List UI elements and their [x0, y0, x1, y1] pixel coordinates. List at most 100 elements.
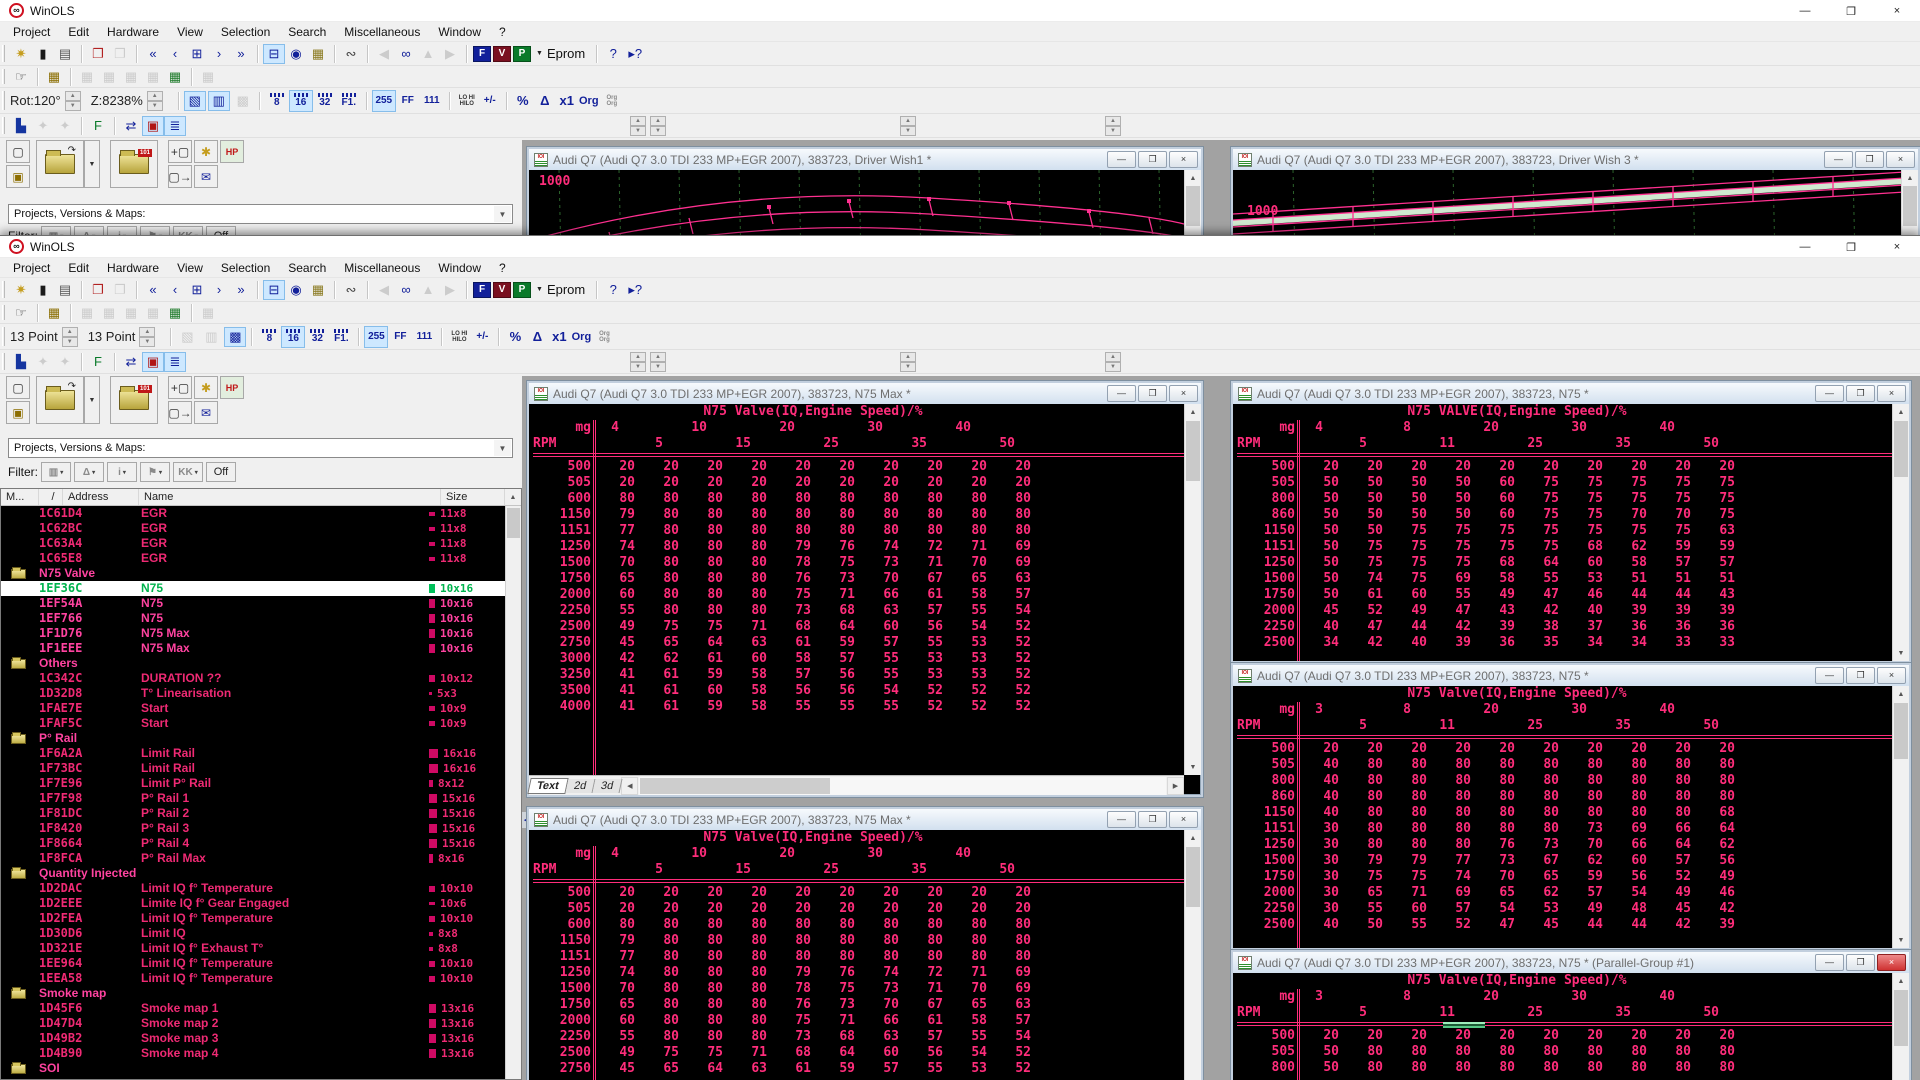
map-header-cell[interactable]: 30: [839, 420, 883, 436]
map-cell[interactable]: 20: [635, 901, 679, 917]
map-cell[interactable]: 65: [1339, 885, 1383, 901]
sign-toggle-button[interactable]: +/-: [479, 90, 501, 112]
map-cell[interactable]: 20: [1295, 1028, 1339, 1044]
map-list-row[interactable]: 1C61D4EGR11x8: [1, 506, 505, 521]
map-cell[interactable]: 30: [1295, 869, 1339, 885]
save-project-button[interactable]: ▣: [6, 165, 30, 188]
map-header-cell[interactable]: 20: [751, 420, 795, 436]
map-cell[interactable]: 20: [1647, 741, 1691, 757]
interpolation-spinner-x[interactable]: 13 Point▲▼: [10, 327, 78, 347]
nav-last-icon[interactable]: »: [230, 44, 252, 64]
map-list-row[interactable]: 1F7F98P° Rail 115x16: [1, 791, 505, 806]
map-cell[interactable]: 64: [1691, 821, 1735, 837]
map-cell[interactable]: 42: [1427, 619, 1471, 635]
map-cell[interactable]: 77: [591, 523, 635, 539]
map-cell[interactable]: 80: [811, 491, 855, 507]
map-cell[interactable]: 52: [987, 699, 1031, 715]
map-cell[interactable]: 55: [855, 667, 899, 683]
map-header-cell[interactable]: 20: [751, 846, 795, 862]
map-cell[interactable]: 80: [679, 539, 723, 555]
chevron-down-icon[interactable]: ▼: [536, 286, 543, 293]
map-header-cell[interactable]: [619, 420, 663, 436]
map-header-cell[interactable]: [1455, 718, 1499, 734]
map-cell[interactable]: 50: [1295, 539, 1339, 555]
map-cell[interactable]: 41: [591, 667, 635, 683]
map-list-row[interactable]: 1EF54AN7510x16: [1, 596, 505, 611]
map-cell[interactable]: 59: [1647, 539, 1691, 555]
map-cell[interactable]: 80: [679, 949, 723, 965]
map-cell[interactable]: 80: [1383, 789, 1427, 805]
map-cell[interactable]: 20: [987, 885, 1031, 901]
map-list-row[interactable]: 1D49B2Smoke map 313x16: [1, 1031, 505, 1046]
map-cell[interactable]: 45: [1515, 917, 1559, 933]
map-cell[interactable]: 58: [943, 587, 987, 603]
copy-project-icon[interactable]: ❐: [87, 280, 109, 300]
map-cell[interactable]: 20: [723, 901, 767, 917]
map-cell[interactable]: 54: [855, 683, 899, 699]
window-frame-icon[interactable]: ▣: [142, 352, 164, 372]
map-cell[interactable]: 80: [679, 491, 723, 507]
map-cell[interactable]: 20: [1383, 1028, 1427, 1044]
map-cell[interactable]: 80: [987, 949, 1031, 965]
map-cell[interactable]: 76: [811, 539, 855, 555]
map-header-cell[interactable]: 50: [1675, 1005, 1719, 1021]
map-cell[interactable]: 50: [1295, 507, 1339, 523]
hand-select-icon[interactable]: ☞: [10, 67, 32, 87]
format-decimal-button[interactable]: 255: [372, 90, 396, 112]
map-cell[interactable]: 60: [1471, 491, 1515, 507]
map-cell[interactable]: 40: [1295, 619, 1339, 635]
bits-16-button[interactable]: 16: [281, 326, 305, 348]
map-cell[interactable]: 63: [723, 635, 767, 651]
map-folder-row[interactable]: Smoke map: [1, 986, 505, 1001]
map-cell[interactable]: 55: [855, 699, 899, 715]
map-cell[interactable]: 49: [1383, 603, 1427, 619]
map-cell[interactable]: 80: [1471, 805, 1515, 821]
map-list-row[interactable]: 1F8FCAP° Rail Max8x16: [1, 851, 505, 866]
map-cell[interactable]: 60: [855, 1045, 899, 1061]
map-cell[interactable]: 80: [1471, 1060, 1515, 1076]
map-cell[interactable]: 80: [1647, 773, 1691, 789]
map-cell[interactable]: 47: [1471, 917, 1515, 933]
map-cell[interactable]: 80: [987, 507, 1031, 523]
map-cell[interactable]: 67: [899, 997, 943, 1013]
menu-item-?[interactable]: ?: [490, 23, 515, 41]
map-cell[interactable]: 20: [899, 459, 943, 475]
map-cell[interactable]: 52: [987, 619, 1031, 635]
map-cell[interactable]: 80: [767, 949, 811, 965]
map-cell[interactable]: 60: [591, 587, 635, 603]
map-cell[interactable]: 39: [1471, 619, 1515, 635]
ink-bottle-icon[interactable]: ▮: [32, 280, 54, 300]
map-cell[interactable]: 20: [591, 475, 635, 491]
map-cell[interactable]: 20: [679, 885, 723, 901]
chip-write-icon[interactable]: ▦: [43, 67, 65, 87]
map-header-cell[interactable]: 40: [1631, 420, 1675, 436]
map-cell[interactable]: 80: [1647, 1044, 1691, 1060]
map-cell[interactable]: 67: [1515, 853, 1559, 869]
scroll-up-icon[interactable]: ▲: [1185, 830, 1201, 846]
map-cell[interactable]: 80: [1691, 1060, 1735, 1076]
map-cell[interactable]: 33: [1691, 635, 1735, 651]
spinner-down-icon[interactable]: ▼: [630, 126, 646, 136]
map-list-row[interactable]: 1F1EEEN75 Max10x16: [1, 641, 505, 656]
map-cell[interactable]: 73: [767, 1029, 811, 1045]
open-project-button[interactable]: ↷: [36, 376, 84, 424]
map-cell[interactable]: 80: [723, 491, 767, 507]
nav-last-icon[interactable]: »: [230, 280, 252, 300]
map-header-cell[interactable]: 3: [1279, 989, 1323, 1005]
chip-equal-icon[interactable]: ▦: [76, 67, 98, 87]
map-header-cell[interactable]: 50: [971, 862, 1015, 878]
map-cell[interactable]: 80: [723, 949, 767, 965]
hp-optimize-button[interactable]: HP: [220, 140, 244, 163]
map-cell[interactable]: 20: [591, 885, 635, 901]
map-cell[interactable]: 80: [635, 949, 679, 965]
child-title-bar[interactable]: IOI Audi Q7 (Audi Q7 3.0 TDI 233 MP+EGR …: [529, 149, 1201, 170]
map-cell[interactable]: 80: [1515, 805, 1559, 821]
map-cell[interactable]: 80: [723, 1013, 767, 1029]
map-cell[interactable]: 50: [1339, 507, 1383, 523]
map-list-row[interactable]: 1D32D8T° Linearisation5x3: [1, 686, 505, 701]
menu-item-selection[interactable]: Selection: [212, 259, 279, 277]
map-list-row[interactable]: 1F7E96Limit P° Rail8x12: [1, 776, 505, 791]
map-cell[interactable]: 52: [943, 683, 987, 699]
map-cell[interactable]: 68: [1691, 805, 1735, 821]
scrollbar-thumb[interactable]: [1186, 421, 1200, 481]
